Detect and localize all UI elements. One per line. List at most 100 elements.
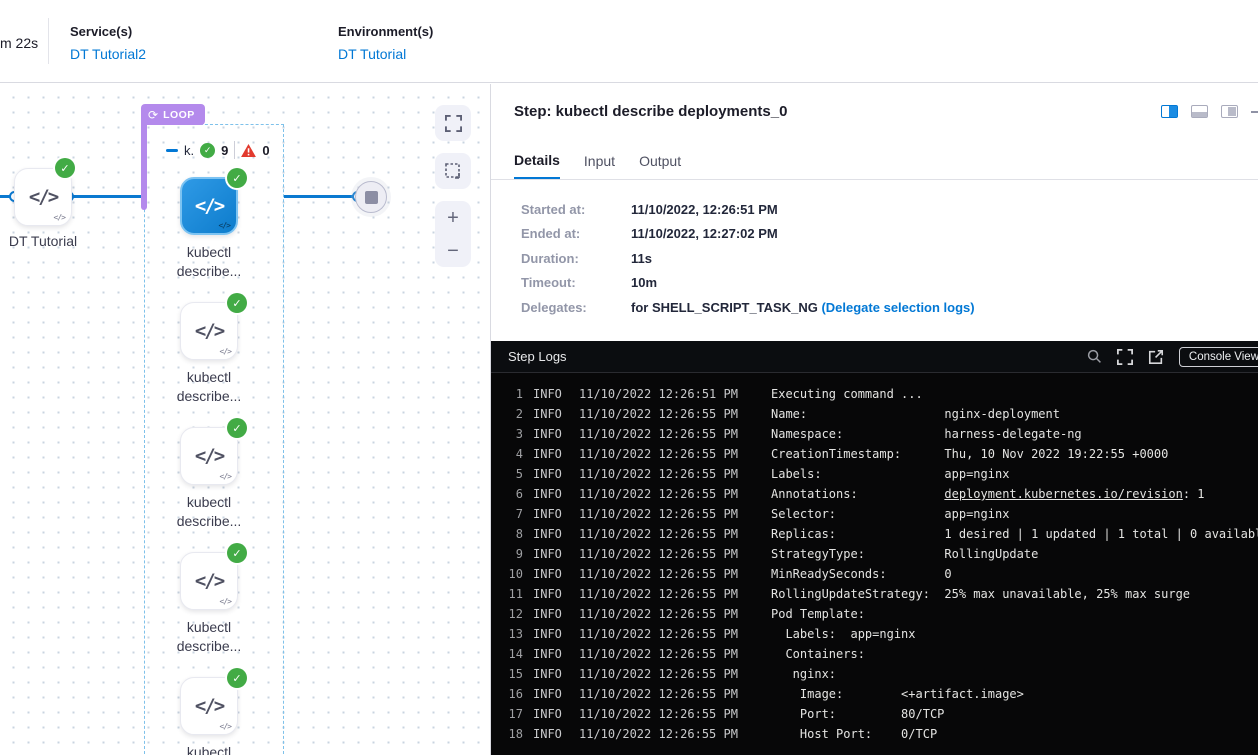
log-timestamp: 11/10/2022 12:26:55 PM (579, 564, 739, 584)
node-kubectl-describe[interactable] (180, 177, 238, 235)
minimize-panel-icon[interactable] (1251, 111, 1258, 113)
end-node[interactable] (355, 181, 387, 213)
node-kubectl-describe[interactable] (180, 677, 238, 735)
detail-label: Timeout: (521, 275, 631, 290)
code-icon (195, 570, 223, 592)
step-title: Step: kubectl describe deployments_0 (514, 103, 787, 120)
log-message: Image: <+artifact.image> (771, 684, 1024, 704)
details-section: Started at: 11/10/2022, 12:26:51 PM Ende… (521, 197, 975, 320)
log-message: Labels: app=nginx (771, 624, 916, 644)
log-line: 3INFO11/10/2022 12:26:55 PMNamespace: ha… (491, 424, 1258, 444)
step-details-panel: Step: kubectl describe deployments_0 Det… (490, 84, 1258, 755)
log-message: Name: nginx-deployment (771, 404, 1060, 424)
log-level: INFO (533, 664, 563, 684)
log-line: 9INFO11/10/2022 12:26:55 PMStrategyType:… (491, 544, 1258, 564)
environments-label: Environment(s) (338, 24, 433, 39)
topbar-divider (48, 18, 49, 64)
service-link[interactable]: DT Tutorial2 (70, 46, 146, 62)
console-view-toggle[interactable]: Console View (1179, 347, 1258, 367)
success-check-icon: ✓ (200, 143, 215, 158)
fullscreen-button[interactable] (435, 105, 471, 141)
elapsed-duration: m 22s (0, 35, 38, 51)
step-logs-title: Step Logs (508, 349, 567, 364)
success-check-icon: ✓ (227, 293, 247, 313)
step-logs-console[interactable]: 1INFO11/10/2022 12:26:51 PMExecuting com… (491, 373, 1258, 755)
loop-accent-bar (141, 124, 147, 210)
zoom-controls: + − (435, 201, 471, 267)
log-timestamp: 11/10/2022 12:26:55 PM (579, 544, 739, 564)
execution-topbar: m 22s Service(s) DT Tutorial2 Environmen… (0, 0, 1258, 83)
log-line: 7INFO11/10/2022 12:26:55 PMSelector: app… (491, 504, 1258, 524)
loop-icon: ⟳ (148, 109, 158, 121)
log-line-number: 15 (491, 664, 523, 684)
success-check-icon: ✓ (227, 668, 247, 688)
code-icon (195, 195, 223, 217)
collapse-minus-icon[interactable] (166, 149, 178, 152)
log-timestamp: 11/10/2022 12:26:55 PM (579, 724, 739, 744)
tab-details[interactable]: Details (514, 142, 560, 180)
log-timestamp: 11/10/2022 12:26:55 PM (579, 504, 739, 524)
log-annotation-link[interactable]: deployment.kubernetes.io/revision (944, 487, 1182, 501)
tab-output[interactable]: Output (639, 142, 681, 180)
log-line-number: 11 (491, 584, 523, 604)
zoom-out-button[interactable]: − (447, 241, 459, 261)
log-line: 17INFO11/10/2022 12:26:55 PM Port: 80/TC… (491, 704, 1258, 724)
search-icon (1087, 349, 1102, 364)
detail-label: Ended at: (521, 226, 631, 241)
log-search-button[interactable] (1087, 349, 1102, 364)
log-timestamp: 11/10/2022 12:26:55 PM (579, 664, 739, 684)
detail-row-ended: Ended at: 11/10/2022, 12:27:02 PM (521, 222, 975, 247)
log-level: INFO (533, 444, 563, 464)
log-toolbar: Console View (1087, 347, 1258, 367)
open-in-new-tab-button[interactable] (1148, 349, 1164, 365)
layout-side-panel-icon[interactable] (1221, 105, 1238, 118)
log-level: INFO (533, 424, 563, 444)
loop-badge[interactable]: ⟳ LOOP (141, 104, 205, 125)
detail-label: Duration: (521, 251, 631, 266)
code-icon (195, 320, 223, 342)
log-fullscreen-button[interactable] (1117, 349, 1133, 365)
log-line-number: 12 (491, 604, 523, 624)
pipeline-graph-canvas[interactable]: ✓ DT Tutorial ⟳ LOOP k. ✓ 9 0 ✓kubectlde… (0, 84, 490, 755)
matrix-divider (234, 141, 235, 159)
node-kubectl-describe[interactable] (180, 302, 238, 360)
delegate-selection-logs-link[interactable]: (Delegate selection logs) (821, 300, 974, 315)
edge-end (284, 195, 359, 198)
node-kubectl-describe[interactable] (180, 427, 238, 485)
log-message: Replicas: 1 desired | 1 updated | 1 tota… (771, 524, 1258, 544)
log-level: INFO (533, 624, 563, 644)
node-label: kubectldescribe... (149, 368, 269, 406)
layout-split-horizontal-icon[interactable] (1191, 105, 1208, 118)
detail-tabs: Details Input Output (514, 142, 681, 180)
environment-link[interactable]: DT Tutorial (338, 46, 433, 62)
log-line: 4INFO11/10/2022 12:26:55 PMCreationTimes… (491, 444, 1258, 464)
loop-badge-label: LOOP (163, 109, 195, 121)
tabs-divider (491, 179, 1258, 180)
log-line: 6INFO11/10/2022 12:26:55 PMAnnotations: … (491, 484, 1258, 504)
log-level: INFO (533, 604, 563, 624)
node-label: kubectldescribe... (149, 743, 269, 755)
node-kubectl-describe[interactable] (180, 552, 238, 610)
log-message: Host Port: 0/TCP (771, 724, 937, 744)
log-line-number: 10 (491, 564, 523, 584)
log-level: INFO (533, 584, 563, 604)
log-line-number: 1 (491, 384, 523, 404)
log-level: INFO (533, 644, 563, 664)
zoom-in-button[interactable]: + (447, 208, 459, 228)
log-message: StrategyType: RollingUpdate (771, 544, 1038, 564)
log-level: INFO (533, 684, 563, 704)
fit-to-view-button[interactable] (435, 153, 471, 189)
log-level: INFO (533, 524, 563, 544)
layout-split-vertical-icon[interactable] (1161, 105, 1178, 118)
panel-layout-controls (1161, 105, 1258, 118)
tab-input[interactable]: Input (584, 142, 615, 180)
matrix-name: k. (184, 143, 194, 158)
success-check-icon: ✓ (227, 418, 247, 438)
log-message: RollingUpdateStrategy: 25% max unavailab… (771, 584, 1190, 604)
services-label: Service(s) (70, 24, 146, 39)
detail-label: Started at: (521, 202, 631, 217)
log-line: 18INFO11/10/2022 12:26:55 PM Host Port: … (491, 724, 1258, 744)
detail-value: 11/10/2022, 12:26:51 PM (631, 202, 778, 217)
log-line: 13INFO11/10/2022 12:26:55 PM Labels: app… (491, 624, 1258, 644)
detail-row-started: Started at: 11/10/2022, 12:26:51 PM (521, 197, 975, 222)
